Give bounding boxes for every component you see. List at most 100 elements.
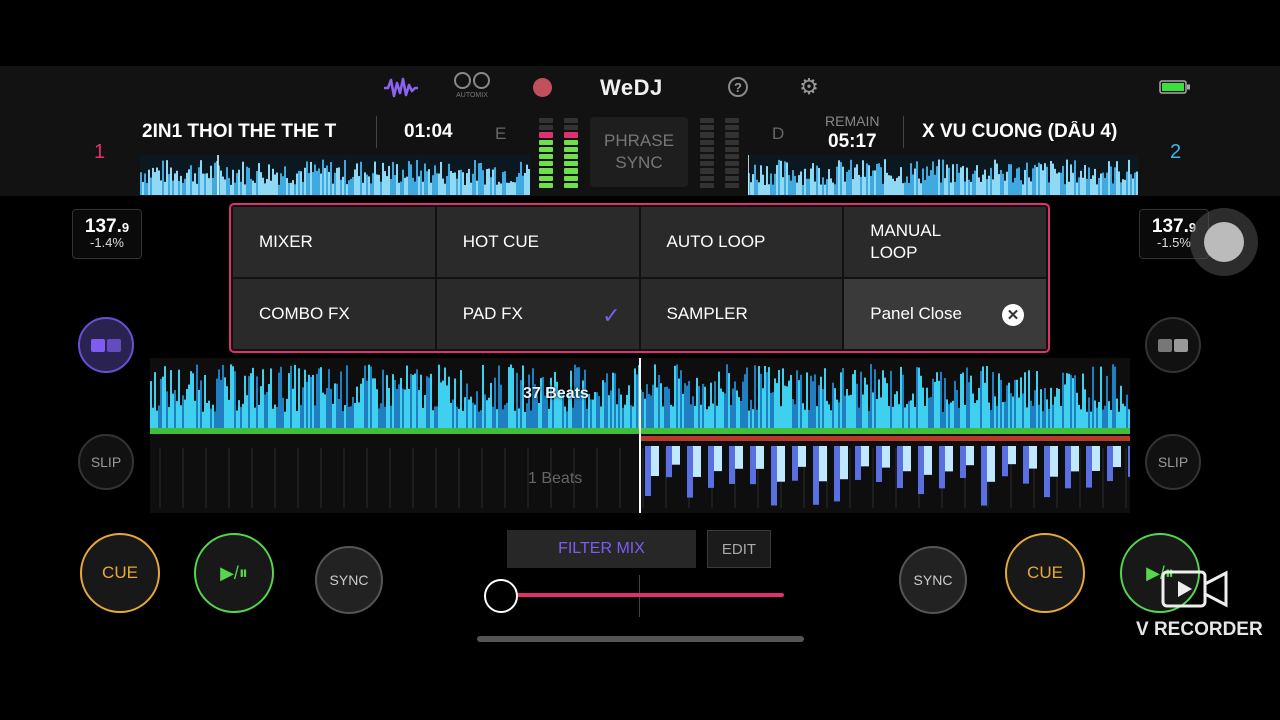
help-icon[interactable]: ?	[728, 77, 748, 97]
automix-button[interactable]: AUTOMIX	[452, 72, 492, 106]
waveform-bar	[758, 366, 760, 430]
overview-bar	[308, 173, 310, 195]
waveform-bar	[642, 391, 644, 430]
waveform-bar	[962, 372, 964, 430]
waveform-bar	[452, 399, 454, 430]
panel-sampler[interactable]: SAMPLER	[640, 279, 843, 349]
deck1-sync-button[interactable]: SYNC	[315, 546, 383, 614]
settings-gear-icon[interactable]: ⚙	[798, 76, 820, 98]
deck1-slip-button[interactable]: SLIP	[78, 434, 134, 490]
deck2-sync-button[interactable]: SYNC	[899, 546, 967, 614]
overview-bar	[370, 183, 372, 195]
waveform-bar	[742, 381, 744, 430]
waveform-bar	[828, 404, 830, 430]
waveform-bar	[1014, 379, 1016, 430]
panel-auto-loop[interactable]: AUTO LOOP	[640, 207, 843, 277]
overview-bar	[1120, 182, 1122, 195]
deck1-bpm-display[interactable]: 137.9 -1.4%	[72, 209, 142, 259]
waveform-bar	[186, 389, 188, 430]
deck1-track-title: 2IN1 THOI THE THE T	[142, 121, 337, 142]
waveform-bar	[1030, 400, 1032, 430]
deck1-divider	[376, 116, 377, 148]
overview-bar	[150, 177, 152, 195]
deck1-cue-button[interactable]: CUE	[80, 533, 160, 613]
waveform-bar	[954, 380, 956, 430]
waveform-bar	[402, 388, 404, 430]
filter-mix-button[interactable]: FILTER MIX	[507, 530, 696, 568]
overview-bar	[184, 178, 186, 195]
deck2-panel-toggle-button[interactable]	[1145, 317, 1201, 373]
deck1-level-meter-right	[564, 118, 578, 189]
panel-hot-cue[interactable]: HOT CUE	[436, 207, 639, 277]
crossfader-track[interactable]	[500, 593, 784, 597]
waveform-bar	[400, 377, 402, 430]
waveform-bar	[382, 369, 384, 430]
overview-bar	[862, 160, 864, 195]
deck2-overview-waveform[interactable]	[748, 155, 1138, 195]
waveform-bar	[650, 395, 652, 430]
overview-bar	[918, 178, 920, 195]
waveform-bar	[744, 374, 746, 430]
overview-bar	[948, 167, 950, 195]
deck1-overview-waveform[interactable]	[140, 155, 530, 195]
deck1-play-pause-button[interactable]: ▶/⏸	[194, 533, 274, 613]
app-logo: WeDJ	[600, 75, 663, 100]
waveform-bar	[366, 380, 368, 430]
lower-waveform-bar	[1029, 446, 1037, 469]
overview-bar	[276, 172, 278, 195]
waveform-bar	[956, 389, 958, 430]
panel-pad-fx[interactable]: PAD FX ✓	[436, 279, 639, 349]
waveform-bar	[1122, 403, 1124, 430]
crossfader-handle[interactable]	[484, 579, 518, 613]
floating-touch-button[interactable]	[1190, 208, 1258, 276]
waveform-bar	[970, 375, 972, 430]
waveform-bar	[610, 390, 612, 430]
waveform-bar	[874, 369, 876, 430]
overview-bar	[234, 182, 236, 195]
waveform-bar	[820, 376, 822, 430]
deck2-slip-button[interactable]: SLIP	[1145, 434, 1201, 490]
panel-manual-loop[interactable]: MANUAL LOOP	[844, 207, 1046, 277]
waveform-bar	[930, 396, 932, 430]
panel-mixer[interactable]: MIXER	[233, 207, 435, 277]
main-waveform-display[interactable]: 37 Beats 1 Beats	[150, 358, 1130, 513]
overview-bar	[1114, 167, 1116, 195]
waveform-bar	[232, 366, 234, 430]
waveform-bar	[778, 370, 780, 430]
overview-bar	[140, 172, 142, 195]
record-button[interactable]	[533, 78, 552, 97]
overview-bar	[472, 173, 474, 195]
waveform-bar	[590, 399, 592, 430]
waveform-bar	[1106, 375, 1108, 430]
panel-combo-fx[interactable]: COMBO FX	[233, 279, 435, 349]
waveform-view-icon[interactable]	[382, 74, 420, 102]
waveform-bar	[324, 394, 326, 430]
overview-bar	[286, 178, 288, 195]
deck1-panel-toggle-button[interactable]	[78, 317, 134, 373]
deck2-cue-button[interactable]: CUE	[1005, 533, 1085, 613]
waveform-bar	[746, 367, 748, 430]
waveform-bar	[1056, 388, 1058, 430]
waveform-bar	[360, 383, 362, 430]
waveform-bar	[334, 383, 336, 430]
phrase-sync-button[interactable]: PHRASE SYNC	[590, 117, 688, 187]
overview-bar	[876, 163, 878, 195]
overview-bar	[450, 170, 452, 195]
overview-bar	[270, 180, 272, 195]
waveform-bar	[768, 367, 770, 430]
waveform-bar	[180, 405, 182, 430]
waveform-bar	[1054, 396, 1056, 430]
deck2-remain-label: REMAIN	[825, 113, 880, 129]
overview-bar	[1024, 169, 1026, 195]
panel-close-button[interactable]: Panel Close ✕	[844, 279, 1046, 349]
lower-waveform-bar	[918, 446, 924, 495]
edit-button[interactable]: EDIT	[707, 530, 771, 568]
waveform-bar	[708, 406, 710, 430]
overview-bar	[1074, 160, 1076, 195]
overview-bar	[322, 159, 324, 195]
waveform-bar	[862, 394, 864, 430]
overview-bar	[206, 173, 208, 195]
overview-bar	[1018, 167, 1020, 195]
waveform-bar	[914, 406, 916, 430]
waveform-bar	[720, 388, 722, 430]
